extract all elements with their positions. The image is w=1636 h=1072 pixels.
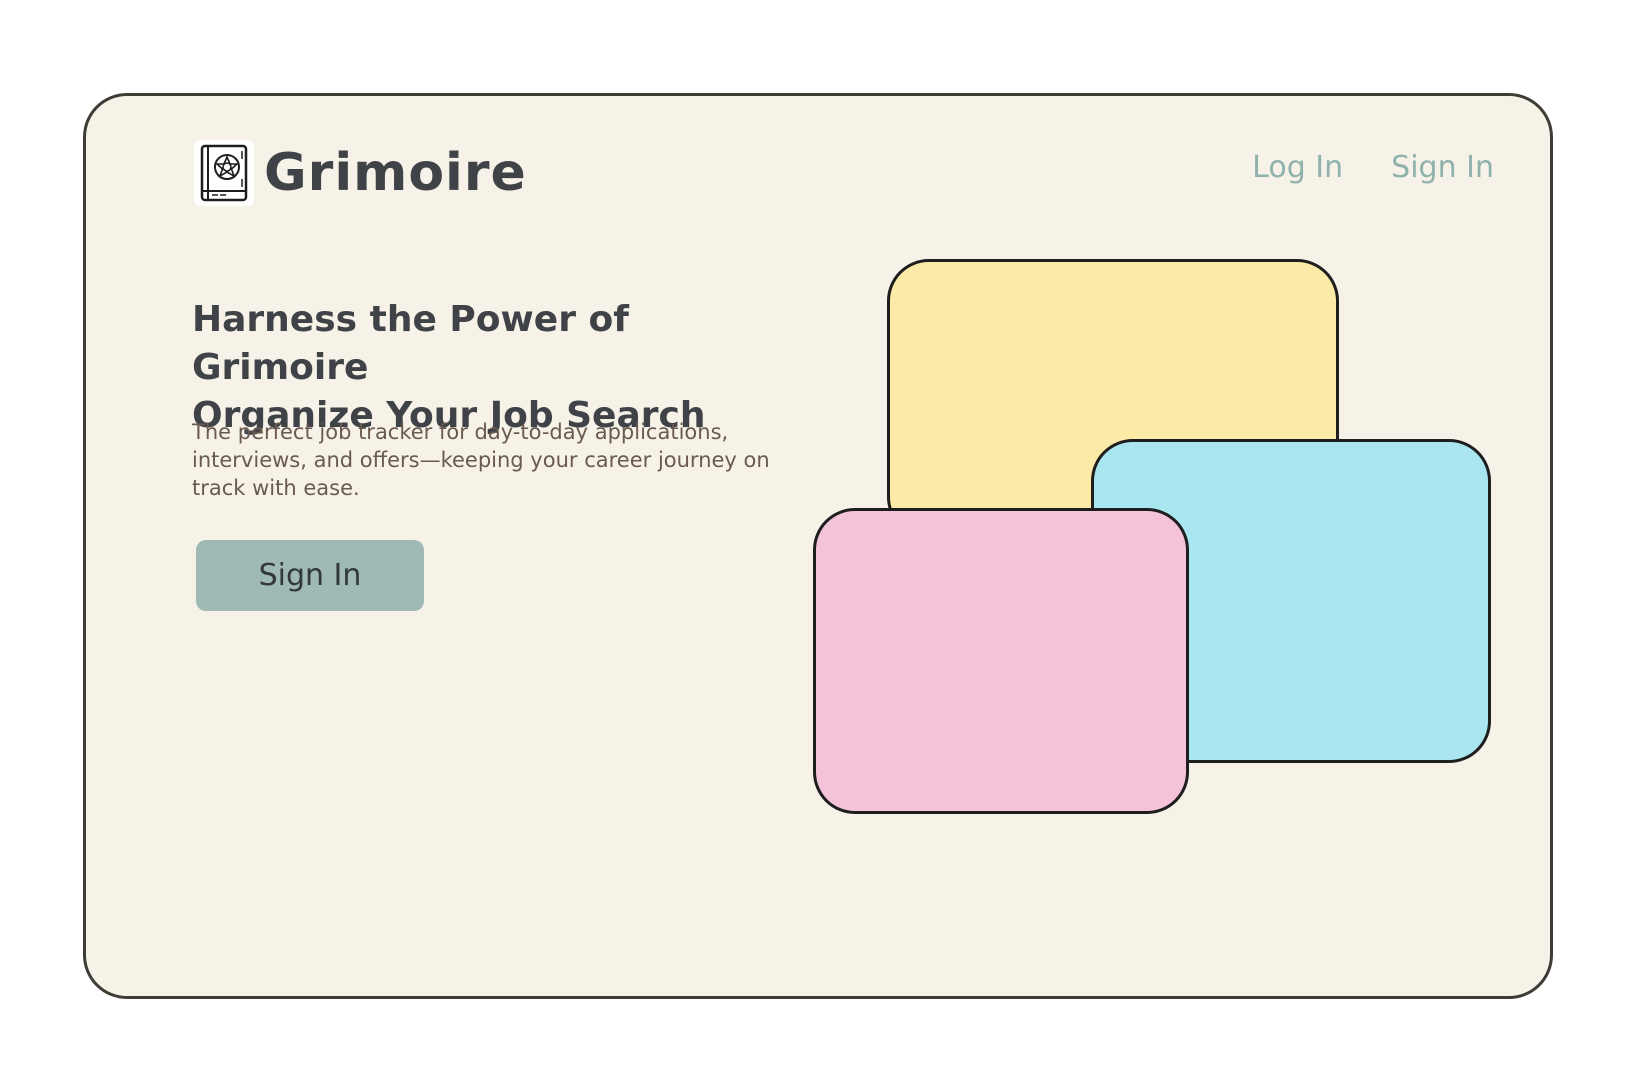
hero-subtitle: The perfect job tracker for day-to-day a… — [192, 420, 770, 500]
app-frame: Grimoire Log In Sign In Harness the Powe… — [83, 93, 1553, 999]
hero-title-line1: Harness the Power of Grimoire — [192, 299, 629, 388]
illustration-card-pink — [813, 508, 1189, 814]
spellbook-icon — [194, 140, 254, 206]
login-link[interactable]: Log In — [1252, 150, 1343, 185]
brand-name: Grimoire — [264, 143, 527, 203]
signin-link[interactable]: Sign In — [1391, 150, 1494, 185]
top-nav: Log In Sign In — [1252, 150, 1494, 185]
brand-logo[interactable]: Grimoire — [194, 140, 527, 206]
signin-button[interactable]: Sign In — [196, 540, 424, 611]
